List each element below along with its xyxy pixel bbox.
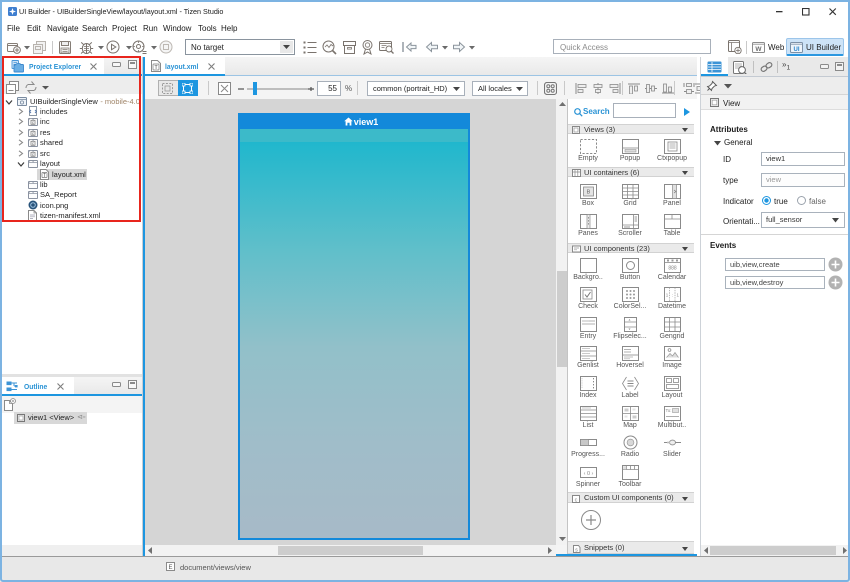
svg-text:W: W bbox=[755, 46, 762, 53]
svg-text:To:: To: bbox=[665, 408, 671, 413]
svg-text:UI: UI bbox=[794, 47, 800, 53]
svg-text:B: B bbox=[586, 190, 590, 196]
svg-text:E: E bbox=[168, 565, 172, 571]
svg-text:888: 888 bbox=[668, 265, 677, 271]
svg-text::: : bbox=[671, 293, 672, 298]
svg-text:c: c bbox=[575, 497, 578, 503]
svg-text:‹ 0 ›: ‹ 0 › bbox=[583, 470, 593, 476]
